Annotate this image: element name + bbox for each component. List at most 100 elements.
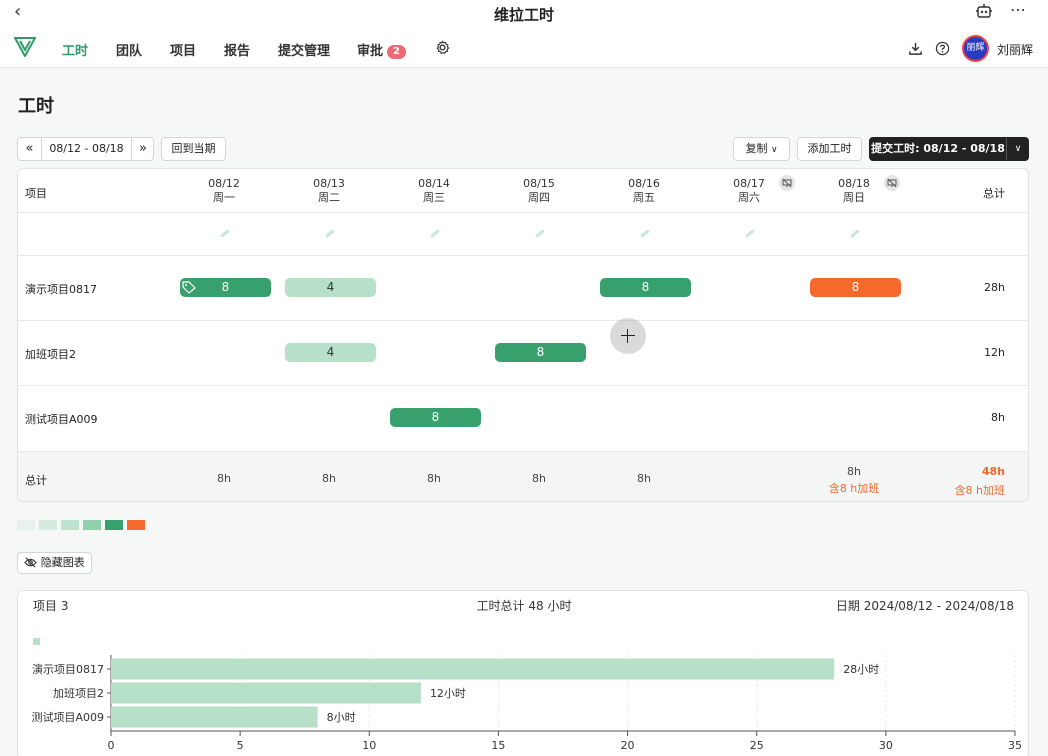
day-date: 08/15 <box>523 177 555 190</box>
day-weekday: 周三 <box>423 191 445 204</box>
edit-note-pencil-icon[interactable] <box>850 229 860 238</box>
title-bar: ‹ 维拉工时 ⋯ <box>0 0 1048 26</box>
approval-count-badge: 2 <box>387 45 406 59</box>
day-header: 08/17 周六 <box>709 177 789 205</box>
day-weekday: 周日 <box>843 191 865 204</box>
day-header: 08/14 周三 <box>394 177 474 205</box>
user-avatar[interactable]: 丽辉 <box>962 35 989 62</box>
tag-icon <box>182 281 196 294</box>
settings-gear-icon[interactable] <box>435 40 450 58</box>
no-work-monitor-icon[interactable] <box>779 175 795 191</box>
submit-dropdown-chevron-icon[interactable]: ∨ <box>1006 138 1029 160</box>
nav-item-submission[interactable]: 提交管理 <box>278 40 330 59</box>
x-tick-label: 35 <box>1008 739 1022 752</box>
more-icon[interactable]: ⋯ <box>1010 0 1027 19</box>
submit-hours-button[interactable]: 提交工时: 08/12 - 08/18 ∨ <box>869 137 1029 161</box>
row-total: 8h <box>991 411 1005 424</box>
nav-item-worktime[interactable]: 工时 <box>62 40 88 59</box>
table-row: 测试项目A009 8 8h <box>18 386 1028 450</box>
logo-icon <box>13 37 37 59</box>
nav-item-reports[interactable]: 报告 <box>224 40 250 59</box>
download-icon[interactable] <box>908 41 923 59</box>
day-date: 08/14 <box>418 177 450 190</box>
day-total: 8h <box>847 465 861 478</box>
edit-note-pencil-icon[interactable] <box>325 229 335 238</box>
day-weekday: 周四 <box>528 191 550 204</box>
day-header: 08/16 周五 <box>604 177 684 205</box>
day-weekday: 周五 <box>633 191 655 204</box>
edit-note-pencil-icon[interactable] <box>535 229 545 238</box>
eye-off-icon <box>24 555 37 575</box>
hours-entry[interactable]: 4 <box>285 343 376 362</box>
edit-note-pencil-icon[interactable] <box>430 229 440 238</box>
nav-item-team[interactable]: 团队 <box>116 40 142 59</box>
chart-legend-swatch <box>33 638 40 645</box>
hours-entry[interactable]: 4 <box>285 278 376 297</box>
bar-value-label: 28小时 <box>843 663 879 676</box>
day-header: 08/13 周二 <box>289 177 369 205</box>
legend-swatch <box>127 520 145 530</box>
chart-bar[interactable] <box>111 706 318 728</box>
main-nav: 工时 团队 项目 报告 提交管理 审批 2 丽辉 刘丽辉 <box>0 26 1048 68</box>
copy-dropdown-button[interactable]: 复制 ∨ <box>733 137 790 161</box>
day-total: 8h <box>427 472 441 485</box>
table-row: 加班项目2 4 8 12h <box>18 321 1028 385</box>
project-column-header: 项目 <box>25 187 47 200</box>
no-work-monitor-icon[interactable] <box>884 175 900 191</box>
back-to-current-button[interactable]: 回到当期 <box>161 137 226 161</box>
cursor-crosshair-icon <box>610 318 646 354</box>
edit-note-pencil-icon[interactable] <box>745 229 755 238</box>
project-name[interactable]: 测试项目A009 <box>25 411 98 427</box>
hide-chart-button[interactable]: 隐藏图表 <box>17 552 92 574</box>
nav-item-approval[interactable]: 审批 2 <box>357 40 406 59</box>
x-tick-label: 0 <box>108 739 115 752</box>
hours-entry[interactable]: 8 <box>600 278 691 297</box>
day-weekday: 周一 <box>213 191 235 204</box>
project-name[interactable]: 演示项目0817 <box>25 281 97 297</box>
date-range-label[interactable]: 08/12 - 08/18 <box>42 138 131 160</box>
y-category-label: 测试项目A009 <box>31 711 104 724</box>
page-title: 工时 <box>18 96 54 117</box>
day-date: 08/17 <box>733 177 765 190</box>
x-tick-label: 15 <box>491 739 505 752</box>
hours-entry[interactable]: 8 <box>180 278 271 297</box>
day-total: 8h <box>637 472 651 485</box>
add-hours-button[interactable]: 添加工时 <box>797 137 862 161</box>
hours-entry[interactable]: 8 <box>390 408 481 427</box>
next-week-chevron-icon[interactable]: » <box>131 138 154 160</box>
user-name[interactable]: 刘丽辉 <box>997 41 1033 58</box>
chart-bar[interactable] <box>111 682 421 704</box>
day-total: 8h <box>532 472 546 485</box>
table-row: 演示项目0817 8 4 8 8 28h <box>18 256 1028 320</box>
day-overtime: 含8 h加班 <box>828 482 880 495</box>
edit-note-pencil-icon[interactable] <box>640 229 650 238</box>
edit-note-pencil-icon[interactable] <box>220 229 230 238</box>
x-tick-label: 20 <box>621 739 635 752</box>
robot-icon[interactable] <box>975 3 993 19</box>
project-name[interactable]: 加班项目2 <box>25 346 76 362</box>
day-header: 08/15 周四 <box>499 177 579 205</box>
row-total: 12h <box>984 346 1005 359</box>
bar-value-label: 8小时 <box>327 711 356 724</box>
day-total: 8h <box>322 472 336 485</box>
submit-hours-label: 提交工时: 08/12 - 08/18 <box>871 142 1005 155</box>
window-title: 维拉工时 <box>493 6 554 24</box>
nav-item-projects[interactable]: 项目 <box>170 40 196 59</box>
x-tick-label: 10 <box>362 739 376 752</box>
hours-entry[interactable]: 8 <box>810 278 901 297</box>
x-tick-label: 5 <box>237 739 244 752</box>
date-navigator: « 08/12 - 08/18 » <box>17 137 154 161</box>
help-icon[interactable] <box>935 41 950 59</box>
divider <box>18 212 1028 213</box>
totals-row-label: 总计 <box>25 474 47 487</box>
y-category-label: 演示项目0817 <box>32 662 104 676</box>
hide-chart-label: 隐藏图表 <box>40 556 85 569</box>
hours-entry[interactable]: 8 <box>495 343 586 362</box>
day-header: 08/18 周日 <box>814 177 894 205</box>
row-total: 28h <box>984 281 1005 294</box>
bar-value-label: 12小时 <box>430 687 466 700</box>
chart-bar[interactable] <box>111 658 835 680</box>
day-date: 08/13 <box>313 177 345 190</box>
prev-week-chevron-icon[interactable]: « <box>18 138 42 160</box>
day-date: 08/12 <box>208 177 240 190</box>
